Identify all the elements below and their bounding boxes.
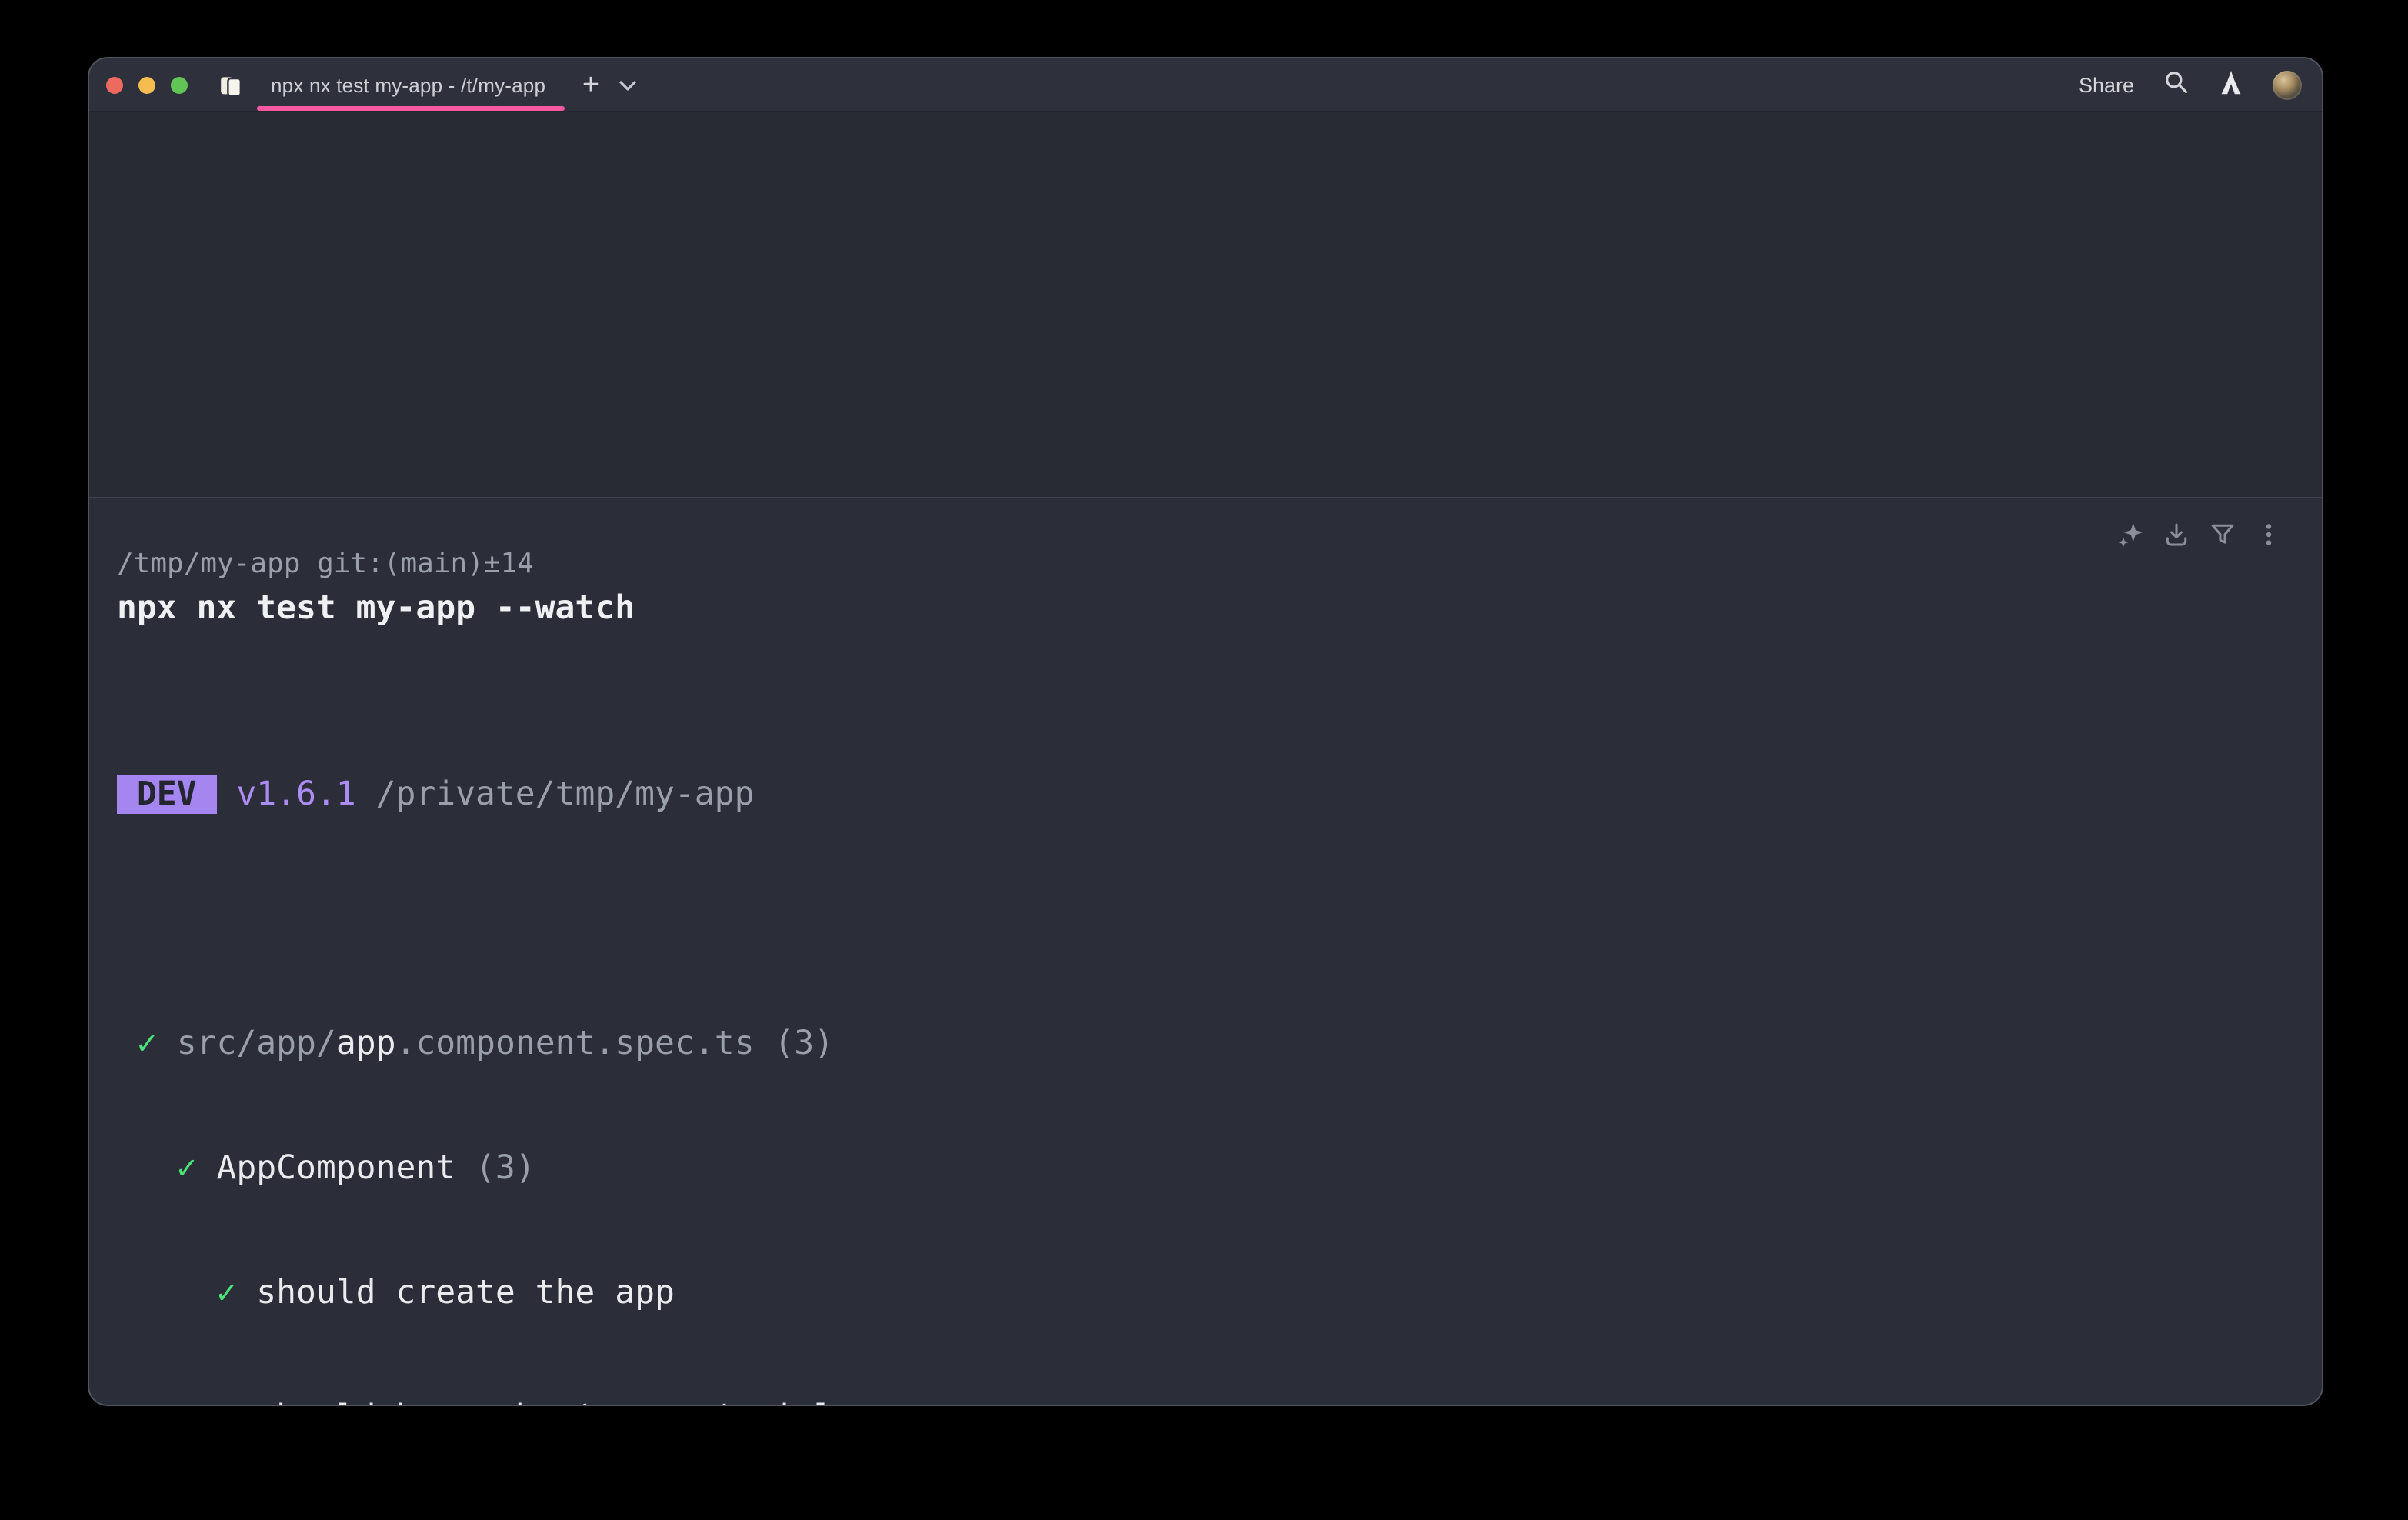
workspace-path: /private/tmp/my-app [356,775,755,814]
zoom-button[interactable] [171,77,188,94]
tab-title: npx nx test my-app - /t/my-app [271,74,545,97]
block-actions [2117,522,2282,548]
vitest-version: v1.6.1 [216,775,355,814]
file-ext: .component.spec.ts [396,1025,755,1063]
check-icon: ✓ [117,1149,216,1188]
prompt-line: /tmp/my-app git:(main)±14 [117,543,2322,585]
dev-server-line: DEV v1.6.1 /private/tmp/my-app [117,774,2322,815]
tab-list-chevron-down-icon[interactable] [612,58,643,112]
suite-test-count: (3) [455,1149,535,1188]
close-button[interactable] [106,77,123,94]
tab-pages-icon [218,73,243,98]
traffic-lights [106,58,188,112]
test-suite-row: ✓ AppComponent (3) [117,1148,2322,1189]
suite-name: AppComponent [216,1149,455,1188]
blank-line [117,898,2322,940]
command-output: DEV v1.6.1 /private/tmp/my-app ✓ src/app… [117,691,2322,1406]
active-tab-underline [257,106,565,111]
kebab-menu-icon[interactable] [2256,522,2282,548]
dev-badge: DEV [117,775,216,814]
check-icon: ✓ [117,1025,177,1063]
scrollback-empty-block [89,112,2322,498]
share-button[interactable]: Share [2079,74,2134,97]
test-case-name: should create the app [256,1274,675,1312]
search-icon[interactable] [2163,68,2190,102]
test-case-name: should have the 'my-app' title [256,1398,854,1406]
warp-logo-icon[interactable] [2219,68,2243,102]
command-line: npx nx test my-app --watch [117,586,2322,632]
titlebar-controls: Share [2079,58,2302,112]
minimize-button[interactable] [138,77,155,94]
check-icon: ✓ [117,1398,256,1406]
file-dir: src/app/ [177,1025,336,1063]
sparkles-ai-icon[interactable] [2117,522,2143,548]
file-basename: app [336,1025,396,1063]
terminal-content: /tmp/my-app git:(main)±14 npx nx test my… [89,112,2322,1406]
user-avatar[interactable] [2273,71,2302,100]
command-block: /tmp/my-app git:(main)±14 npx nx test my… [89,498,2322,1406]
test-case-row: ✓ should have the 'my-app' title [117,1397,2322,1406]
new-tab-button[interactable]: + [572,58,609,112]
file-test-count: (3) [755,1025,835,1063]
warp-window: npx nx test my-app - /t/my-app + Share [88,57,2323,1406]
active-tab[interactable]: npx nx test my-app - /t/my-app [218,58,545,112]
test-file-row: ✓ src/app/app.component.spec.ts (3) [117,1023,2322,1065]
filter-icon[interactable] [2210,522,2236,548]
download-icon[interactable] [2163,522,2190,548]
title-bar: npx nx test my-app - /t/my-app + Share [89,58,2322,112]
test-case-row: ✓ should create the app [117,1272,2322,1314]
check-icon: ✓ [117,1274,256,1312]
screen: npx nx test my-app - /t/my-app + Share [0,0,2408,1520]
